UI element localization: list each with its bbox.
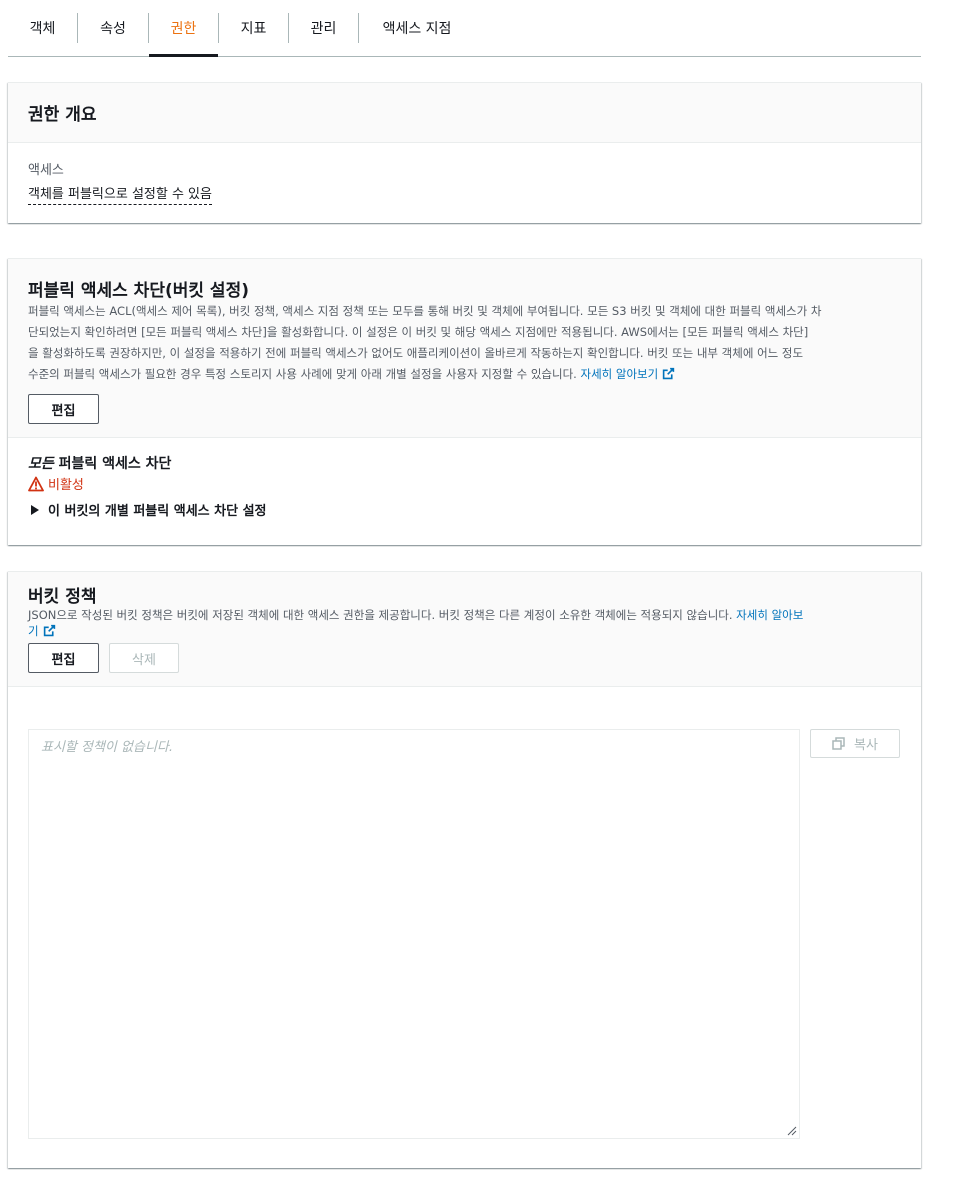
- external-link-icon: [43, 624, 55, 637]
- individual-settings-expander[interactable]: 이 버킷의 개별 퍼블릭 액세스 차단 설정: [30, 500, 267, 519]
- tab-properties[interactable]: 속성: [78, 0, 148, 56]
- copy-icon: [832, 736, 845, 750]
- access-label-text: 액세스: [28, 163, 64, 178]
- tab-access-points[interactable]: 액세스 지점: [359, 0, 475, 56]
- block-public-access-panel: 퍼블릭 액세스 차단(버킷 설정) 퍼블릭 액세스는 ACL(액세스 제어 목록…: [8, 258, 921, 545]
- description-text: JSON으로 작성된 버킷 정책은 버킷에 저장된 객체에 대한 액세스 권한을…: [28, 608, 733, 622]
- panel-title: 권한 개요: [28, 105, 97, 125]
- resize-grip-icon[interactable]: [787, 1126, 797, 1136]
- delete-button-label: 삭제: [132, 652, 156, 668]
- status-badge: 비활성: [28, 474, 84, 493]
- description-line: 단되었는지 확인하려면 [모든 퍼블릭 액세스 차단]을 활성화합니다. 이 설…: [28, 325, 809, 339]
- bucket-policy-panel: 버킷 정책 JSON으로 작성된 버킷 정책은 버킷에 저장된 객체에 대한 액…: [8, 571, 921, 1168]
- copy-button[interactable]: 복사: [810, 729, 900, 758]
- tab-label: 지표: [240, 21, 267, 37]
- tab-management[interactable]: 관리: [289, 0, 358, 56]
- warning-icon: [28, 476, 44, 491]
- panel-header: 퍼블릭 액세스 차단(버킷 설정) 퍼블릭 액세스는 ACL(액세스 제어 목록…: [8, 259, 921, 438]
- status-text: 비활성: [48, 478, 84, 493]
- panel-title: 퍼블릭 액세스 차단(버킷 설정): [28, 281, 249, 301]
- delete-button[interactable]: 삭제: [109, 643, 179, 673]
- learn-more-text[interactable]: 자세히 알아보: [736, 608, 803, 622]
- description-text: 수준의 퍼블릭 액세스가 필요한 경우 특정 스토리지 사용 사례에 맞게 아래…: [28, 367, 577, 381]
- block-all-label: 모든 퍼블릭 액세스 차단: [28, 453, 171, 473]
- panel-description: 퍼블릭 액세스는 ACL(액세스 제어 목록), 버킷 정책, 액세스 지점 정…: [28, 301, 908, 385]
- access-value-text[interactable]: 객체를 퍼블릭으로 설정할 수 있음: [28, 183, 212, 205]
- permissions-overview-panel: 권한 개요 액세스 객체를 퍼블릭으로 설정할 수 있음: [8, 82, 921, 223]
- copy-button-label: 복사: [854, 738, 878, 753]
- tab-label: 권한: [170, 21, 197, 37]
- caret-right-icon: [31, 504, 39, 515]
- learn-more-text[interactable]: 기: [28, 624, 39, 638]
- access-value[interactable]: 객체를 퍼블릭으로 설정할 수 있음: [28, 183, 212, 205]
- description-line: 퍼블릭 액세스는 ACL(액세스 제어 목록), 버킷 정책, 액세스 지점 정…: [28, 304, 822, 318]
- policy-editor[interactable]: 표시할 정책이 없습니다.: [28, 729, 800, 1139]
- external-link-icon: [663, 367, 675, 380]
- tab-label: 객체: [29, 21, 56, 37]
- panel-title: 버킷 정책: [28, 587, 97, 607]
- tab-label: 속성: [100, 21, 126, 37]
- tab-label: 관리: [310, 21, 337, 37]
- edit-button[interactable]: 편집: [28, 643, 99, 673]
- learn-more-text[interactable]: 자세히 알아보기: [580, 367, 658, 381]
- panel-header: 권한 개요: [8, 83, 921, 143]
- tab-bar: 객체 속성 권한 지표 관리 액세스 지점: [8, 0, 921, 57]
- edit-button[interactable]: 편집: [28, 394, 99, 424]
- access-label: 액세스: [28, 159, 64, 178]
- policy-placeholder: 표시할 정책이 없습니다.: [41, 740, 173, 755]
- tab-label: 액세스 지점: [382, 21, 452, 37]
- learn-more-link[interactable]: 자세히 알아보기: [580, 367, 675, 381]
- description-line: 을 활성화하도록 권장하지만, 이 설정을 적용하기 전에 퍼블릭 액세스가 없…: [28, 346, 804, 360]
- description-line: 수준의 퍼블릭 액세스가 필요한 경우 특정 스토리지 사용 사례에 맞게 아래…: [28, 364, 908, 385]
- block-all-rest: 퍼블릭 액세스 차단: [53, 456, 172, 472]
- tab-objects[interactable]: 객체: [8, 0, 77, 56]
- panel-header: 버킷 정책 JSON으로 작성된 버킷 정책은 버킷에 저장된 객체에 대한 액…: [8, 572, 921, 687]
- panel-description: JSON으로 작성된 버킷 정책은 버킷에 저장된 객체에 대한 액세스 권한을…: [28, 607, 908, 639]
- edit-button-label: 편집: [51, 403, 76, 419]
- tab-permissions[interactable]: 권한: [149, 0, 218, 57]
- tab-metrics[interactable]: 지표: [219, 0, 288, 56]
- block-all-italic: 모든: [28, 456, 54, 472]
- expander-label: 이 버킷의 개별 퍼블릭 액세스 차단 설정: [48, 504, 267, 519]
- edit-button-label: 편집: [51, 652, 76, 668]
